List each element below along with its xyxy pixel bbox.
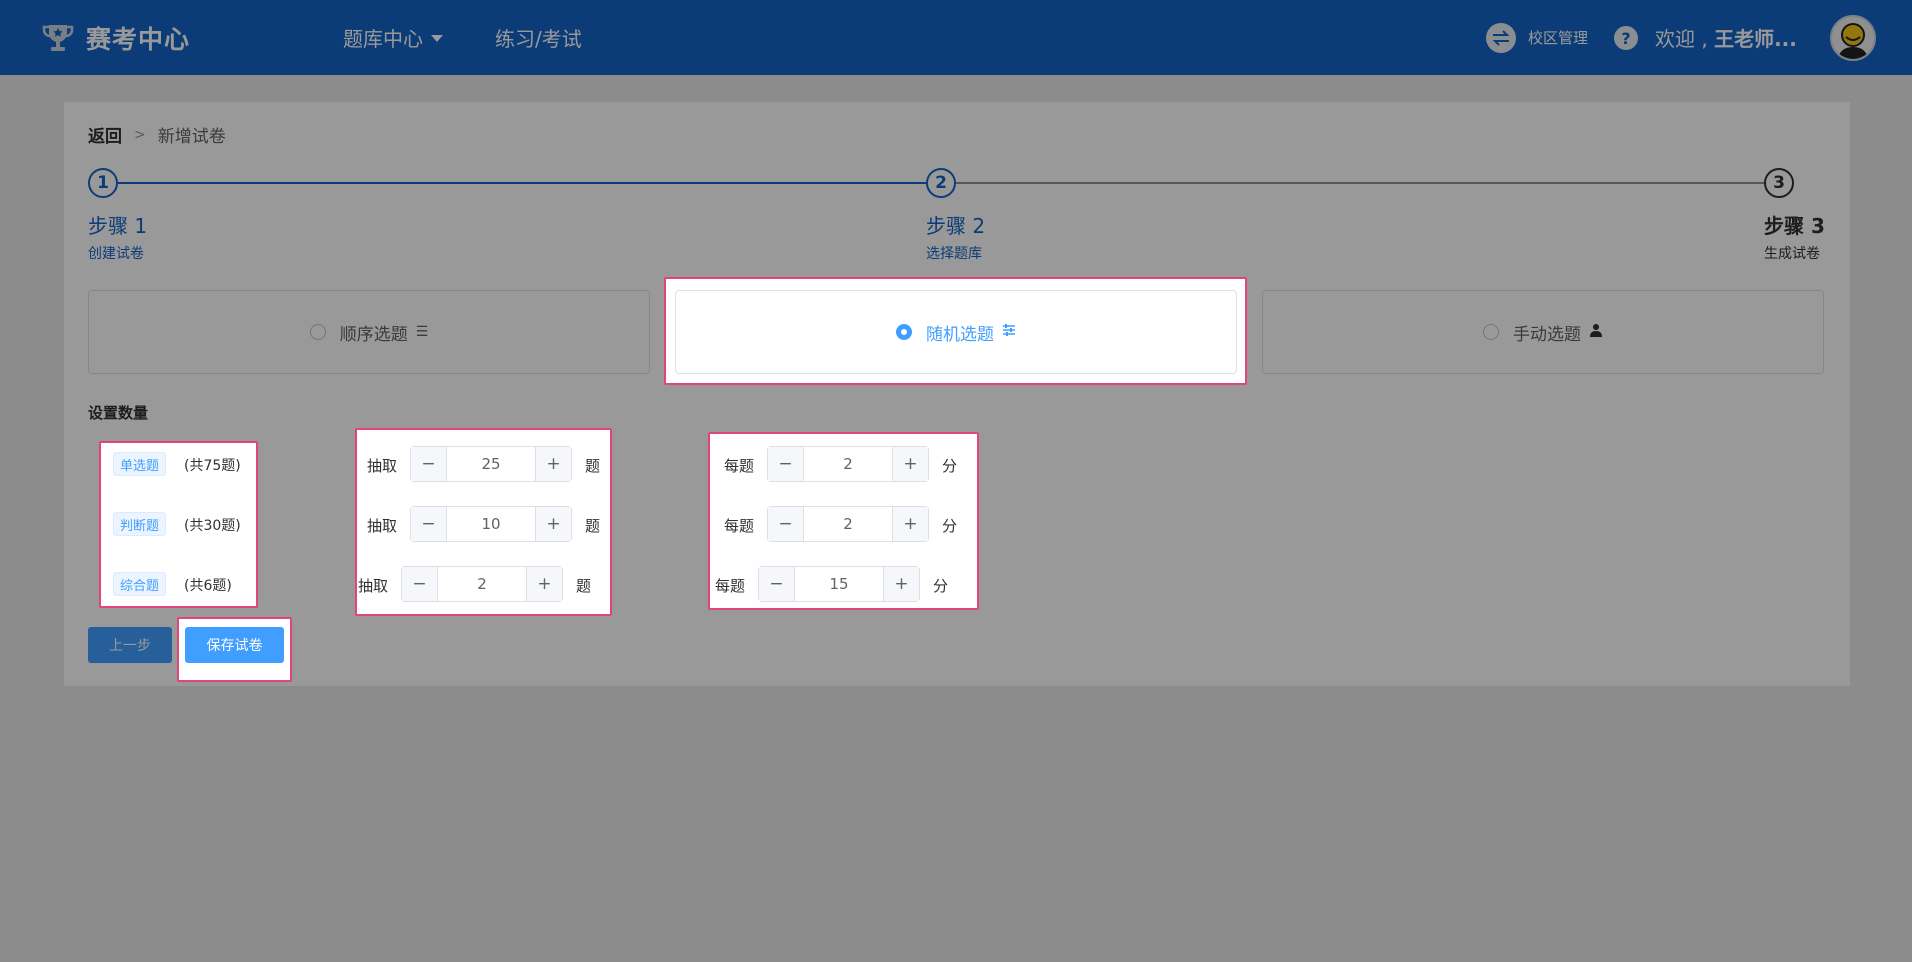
nav-question-bank-label: 题库中心 <box>343 27 423 51</box>
campus-management-link[interactable]: 校区管理 <box>1486 0 1588 75</box>
count-true-false: (共30题) <box>184 518 241 534</box>
prev-step-button[interactable]: 上一步 <box>88 627 172 663</box>
score-label: 每题 <box>724 517 755 535</box>
score-label: 每题 <box>715 577 746 595</box>
score-stepper-true-false[interactable]: − 2 + <box>767 506 929 542</box>
minus-icon[interactable]: − <box>768 507 804 541</box>
mode-manual-label: 手动选题 <box>1513 324 1581 345</box>
minus-icon[interactable]: − <box>768 447 804 481</box>
plus-icon[interactable]: + <box>535 507 571 541</box>
nav-question-bank[interactable]: 题库中心 <box>343 0 443 75</box>
plus-icon[interactable]: + <box>535 447 571 481</box>
step-2-title: 步骤 2 <box>926 214 986 238</box>
count-single-choice: (共75题) <box>184 458 241 474</box>
draw-stepper-single[interactable]: − 25 + <box>410 446 572 482</box>
step-1-title: 步骤 1 <box>88 214 148 238</box>
score-label: 每题 <box>724 457 755 475</box>
draw-stepper-comprehensive[interactable]: − 2 + <box>401 566 563 602</box>
nav-practice-exam-label: 练习/考试 <box>495 27 582 51</box>
score-value-comprehensive[interactable]: 15 <box>795 567 883 601</box>
plus-icon[interactable]: + <box>892 507 928 541</box>
plus-icon[interactable]: + <box>883 567 919 601</box>
chevron-right-icon: > <box>134 126 146 143</box>
section-set-quantity: 设置数量 <box>88 404 149 422</box>
tag-true-false: 判断题 <box>113 512 167 536</box>
score-stepper-comprehensive[interactable]: − 15 + <box>758 566 920 602</box>
plus-icon[interactable]: + <box>526 567 562 601</box>
step-2-circle: 2 <box>926 168 956 198</box>
mode-random[interactable]: 随机选题 <box>675 290 1237 374</box>
top-header: 赛考中心 题库中心 练习/考试 校区管理 ? 欢迎 , 王老师... <box>0 0 1912 75</box>
draw-label: 抽取 <box>367 517 398 535</box>
draw-unit: 题 <box>585 457 601 475</box>
count-comprehensive: (共6题) <box>184 578 232 594</box>
draw-value-comprehensive[interactable]: 2 <box>438 567 526 601</box>
step-1-circle: 1 <box>88 168 118 198</box>
draw-value-true-false[interactable]: 10 <box>447 507 535 541</box>
welcome-user[interactable]: 王老师... <box>1714 23 1797 52</box>
score-value-single[interactable]: 2 <box>804 447 892 481</box>
breadcrumb-current: 新增试卷 <box>157 127 226 147</box>
caret-down-icon <box>431 35 443 42</box>
minus-icon[interactable]: − <box>411 447 447 481</box>
step-line-1 <box>118 182 926 184</box>
avatar-face-icon <box>1838 23 1868 59</box>
breadcrumb-back[interactable]: 返回 <box>88 122 122 147</box>
draw-value-single[interactable]: 25 <box>447 447 535 481</box>
swap-icon <box>1486 22 1516 53</box>
radio-selected-icon[interactable] <box>896 324 912 340</box>
step-3-desc: 生成试卷 <box>1764 246 1820 262</box>
brand[interactable]: 赛考中心 <box>40 0 190 75</box>
minus-icon[interactable]: − <box>402 567 438 601</box>
radio-icon[interactable] <box>1483 324 1499 340</box>
step-line-2 <box>956 182 1764 184</box>
avatar[interactable] <box>1830 15 1876 61</box>
draw-unit: 题 <box>585 517 601 535</box>
campus-label: 校区管理 <box>1528 29 1589 47</box>
brand-name: 赛考中心 <box>86 24 191 54</box>
score-unit: 分 <box>942 517 958 535</box>
nav-practice-exam[interactable]: 练习/考试 <box>495 0 582 75</box>
score-unit: 分 <box>933 577 949 595</box>
welcome-prefix: 欢迎 , <box>1655 27 1708 51</box>
score-unit: 分 <box>942 457 958 475</box>
minus-icon[interactable]: − <box>411 507 447 541</box>
score-stepper-single[interactable]: − 2 + <box>767 446 929 482</box>
trophy-icon <box>42 24 74 51</box>
welcome-text: 欢迎 , 王老师... <box>1655 0 1797 75</box>
step-1-desc: 创建试卷 <box>88 246 144 262</box>
minus-icon[interactable]: − <box>759 567 795 601</box>
breadcrumb: 返回 > 新增试卷 <box>88 122 226 148</box>
tag-comprehensive: 综合题 <box>113 572 167 596</box>
mode-manual[interactable]: 手动选题 <box>1262 290 1824 374</box>
step-2-desc: 选择题库 <box>926 246 982 262</box>
draw-unit: 题 <box>576 577 592 595</box>
mode-sequential[interactable]: 顺序选题 ☰ <box>88 290 650 374</box>
mode-random-label: 随机选题 <box>926 324 994 345</box>
step-3-title: 步骤 3 <box>1764 214 1825 238</box>
user-icon <box>1589 323 1603 341</box>
draw-label: 抽取 <box>367 457 398 475</box>
draw-label: 抽取 <box>358 577 389 595</box>
mode-sequential-label: 顺序选题 <box>339 324 408 345</box>
save-paper-button[interactable]: 保存试卷 <box>185 627 284 663</box>
plus-icon[interactable]: + <box>892 447 928 481</box>
draw-stepper-true-false[interactable]: − 10 + <box>410 506 572 542</box>
step-3-circle: 3 <box>1764 168 1794 198</box>
help-icon[interactable]: ? <box>1614 26 1638 50</box>
score-value-true-false[interactable]: 2 <box>804 507 892 541</box>
sliders-icon <box>1002 323 1016 341</box>
list-icon: ☰ <box>415 324 429 340</box>
tag-single-choice: 单选题 <box>113 452 167 476</box>
radio-icon[interactable] <box>309 324 326 340</box>
